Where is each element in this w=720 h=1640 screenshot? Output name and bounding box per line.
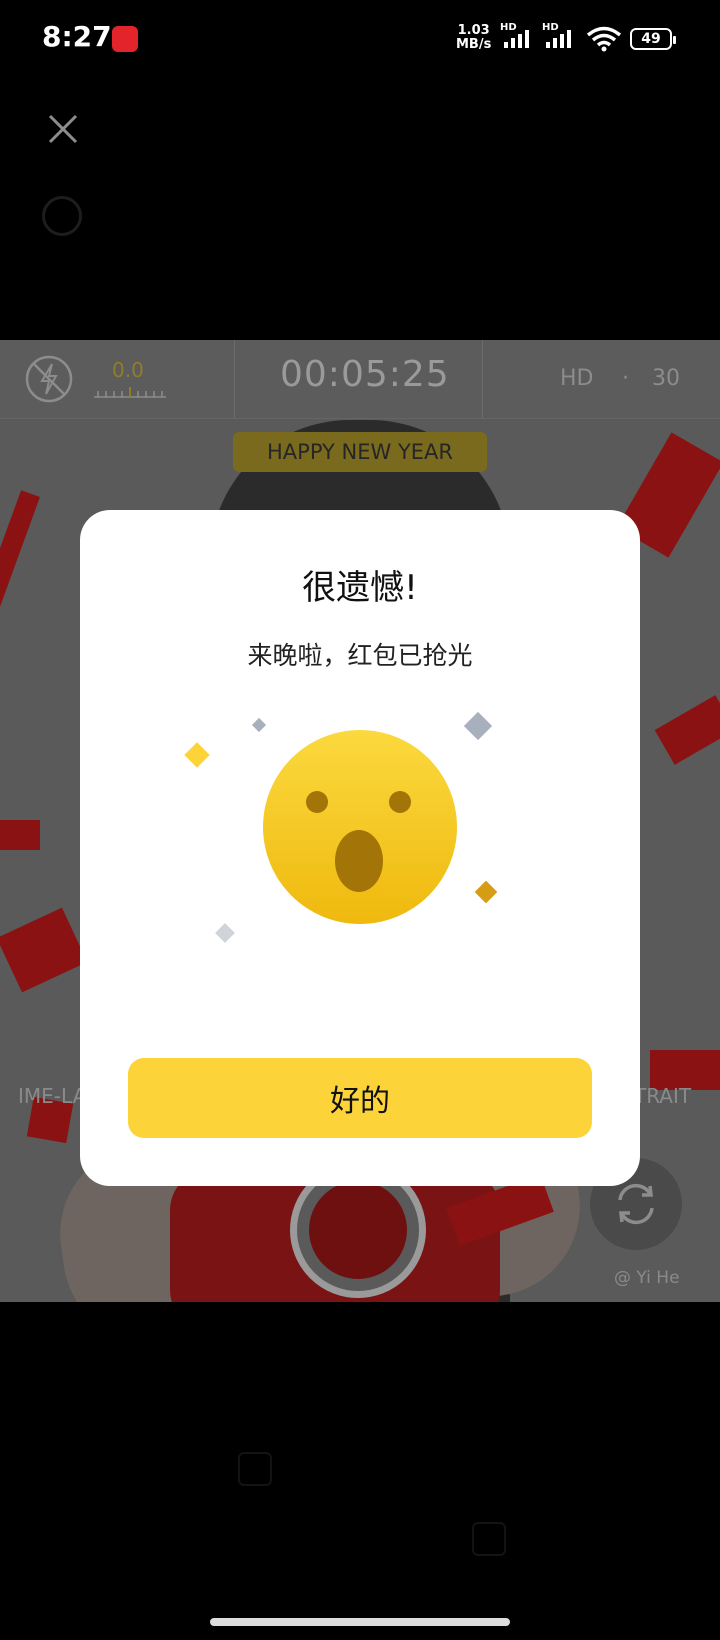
- settings-icon[interactable]: [42, 196, 82, 236]
- home-indicator[interactable]: [210, 1618, 510, 1626]
- confetti: [0, 907, 88, 993]
- status-time: 8:27: [42, 20, 112, 53]
- mode-label-portrait[interactable]: TRAIT: [634, 1084, 691, 1108]
- recording-timer: 00:05:25: [280, 354, 450, 395]
- camera-flip-icon: [618, 1183, 654, 1225]
- dialog-message: 来晚啦，红包已抢光: [247, 641, 473, 670]
- fps-label[interactable]: 30: [652, 366, 680, 391]
- sold-out-dialog: 很遗憾! 来晚啦，红包已抢光 好的: [80, 510, 640, 1186]
- flash-off-icon[interactable]: [24, 354, 74, 404]
- close-icon[interactable]: [46, 112, 80, 146]
- signal-1-label: HD: [500, 22, 517, 33]
- signal-2-icon: HD: [542, 22, 586, 50]
- exposure-value: 0.0: [112, 358, 144, 382]
- confetti: [654, 695, 720, 765]
- network-speed-unit: MB/s: [456, 37, 492, 52]
- network-speed-value: 1.03: [457, 23, 490, 38]
- wifi-icon: [586, 26, 622, 52]
- app-notification-icon: [112, 26, 138, 52]
- toolbar-divider: [482, 340, 483, 418]
- happy-new-year-badge: HAPPY NEW YEAR: [233, 432, 487, 472]
- network-speed: 1.03 MB/s: [456, 24, 491, 52]
- confetti: [0, 490, 40, 610]
- dialog-title: 很遗憾!: [302, 568, 418, 608]
- signal-1-icon: HD: [500, 22, 544, 50]
- status-bar: 8:27 1.03 MB/s HD HD 49: [0, 0, 720, 80]
- confetti: [0, 820, 40, 850]
- battery-icon: 49: [630, 28, 676, 50]
- record-button-inner: [309, 1181, 407, 1279]
- toolbar-divider: [234, 340, 235, 418]
- menu-icon[interactable]: [472, 1522, 506, 1556]
- signal-2-label: HD: [542, 22, 559, 33]
- surprised-face-icon: [184, 711, 498, 943]
- recorder-toolbar: 0.0 00:05:25 HD · 30: [0, 340, 720, 419]
- separator-dot: ·: [622, 366, 629, 391]
- exposure-scale[interactable]: [94, 386, 166, 398]
- resolution-label[interactable]: HD: [560, 366, 593, 391]
- gallery-icon[interactable]: [238, 1452, 272, 1486]
- bottom-panel: [0, 1302, 720, 1640]
- confirm-button[interactable]: 好的: [128, 1058, 592, 1138]
- mode-label-timelapse[interactable]: IME-LA: [18, 1084, 86, 1108]
- creator-watermark: @ Yi He: [614, 1268, 680, 1288]
